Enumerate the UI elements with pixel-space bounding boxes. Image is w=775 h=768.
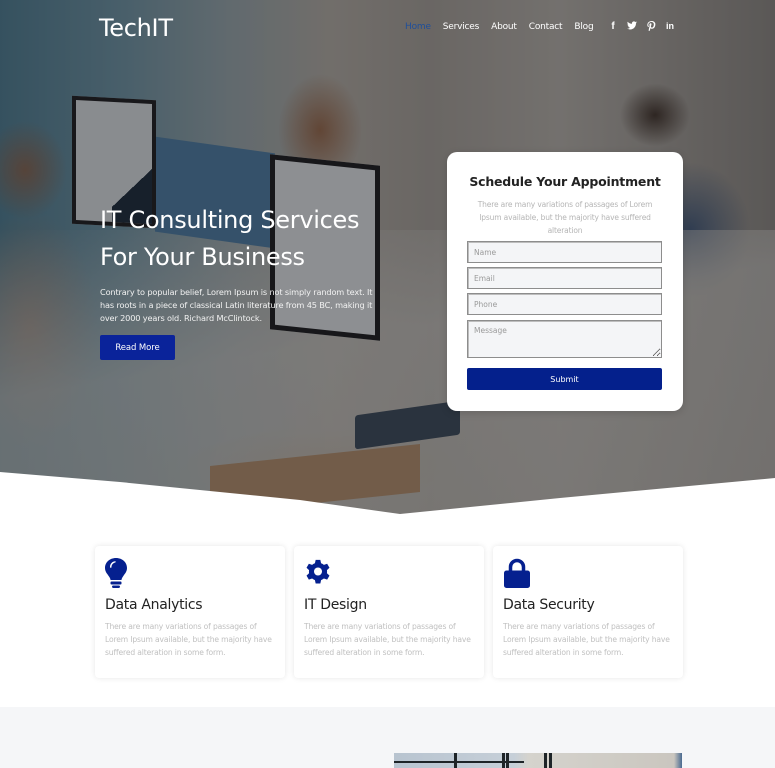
appointment-description: There are many variations of passages of… [477,200,653,235]
nav-blog[interactable]: Blog [574,22,593,32]
nav-about[interactable]: About [491,22,517,32]
lock-icon [504,558,530,588]
service-card-data-analytics[interactable]: Data Analytics There are many variations… [95,546,285,678]
submit-button[interactable]: Submit [467,368,662,390]
facebook-icon[interactable]: f [608,21,618,34]
about-image [394,753,682,768]
service-title: Data Analytics [105,597,203,613]
appointment-form: Schedule Your Appointment There are many… [447,152,683,411]
service-title: Data Security [503,597,595,613]
appointment-title: Schedule Your Appointment [469,174,661,189]
phone-input[interactable] [467,293,662,315]
lightbulb-icon [105,558,127,588]
service-description: There are many variations of passages of… [503,622,670,657]
gear-icon [306,559,330,584]
site-logo[interactable]: TechIT [99,14,173,42]
email-input[interactable] [467,267,662,289]
hero-title: IT Consulting Services For Your Business [100,206,360,271]
service-description: There are many variations of passages of… [304,622,471,657]
message-textarea[interactable] [467,320,662,358]
name-input[interactable] [467,241,662,263]
main-nav: Home Services About Contact Blog [405,22,605,32]
hero-description: Contrary to popular belief, Lorem Ipsum … [100,287,373,323]
service-card-data-security[interactable]: Data Security There are many variations … [493,546,683,678]
twitter-icon[interactable] [627,21,637,34]
linkedin-icon[interactable]: in [665,21,675,34]
read-more-button[interactable]: Read More [100,335,175,360]
nav-home[interactable]: Home [405,22,431,32]
hero-section: TechIT Home Services About Contact Blog … [0,0,775,520]
service-description: There are many variations of passages of… [105,622,272,657]
nav-services[interactable]: Services [443,22,480,32]
social-links: f in [608,21,675,34]
nav-contact[interactable]: Contact [529,22,563,32]
pinterest-icon[interactable] [646,21,656,34]
service-card-it-design[interactable]: IT Design There are many variations of p… [294,546,484,678]
service-title: IT Design [304,597,367,613]
